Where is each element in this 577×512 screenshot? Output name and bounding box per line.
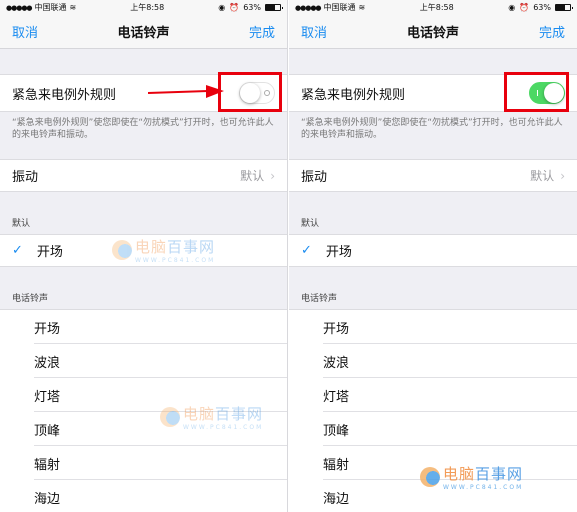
ringtone-label: 海边 [323,491,350,507]
vibration-value: 默认 [530,169,555,183]
done-button[interactable]: 完成 [249,22,275,41]
emergency-bypass-label: 紧急来电例外规则 [301,87,406,103]
watermark-logo-icon [160,407,180,427]
carrier-name: 中国联通 [34,3,67,12]
rotation-lock-icon: ◉ [508,3,516,12]
signal-strength-icon: ●●●●● [6,3,33,12]
wifi-icon: ≋ [358,3,366,12]
ringtone-label: 波浪 [323,355,350,371]
highlight-box-after [504,72,569,112]
ringtones-section-header: 电话铃声 [301,294,338,304]
ringtone-label: 开场 [34,321,61,337]
checkmark-icon: ✓ [301,243,312,258]
emergency-bypass-note: “紧急来电例外规则”使您即使在“勿扰模式”打开时，也可允许此人的来电铃声和振动。 [301,118,563,140]
cancel-button[interactable]: 取消 [301,22,327,41]
chevron-right-icon: › [560,168,565,183]
signal-strength-icon: ●●●●● [295,3,322,12]
default-ringtone-label: 开场 [36,245,63,260]
watermark: 电脑百事网 WWW.PC841.COM [160,403,263,431]
ringtone-label: 顶峰 [323,423,350,439]
watermark-brand-b: 百事网 [167,238,216,256]
nav-bar: 取消 电话铃声 完成 [0,15,287,49]
ringtone-label: 顶峰 [34,423,61,439]
rotation-lock-icon: ◉ [218,3,226,12]
default-ringtone-row[interactable]: ✓ 开场 [289,234,577,267]
chevron-right-icon: › [270,168,275,183]
watermark-url: WWW.PC841.COM [183,424,264,431]
watermark: 电脑百事网 WWW.PC841.COM [420,463,523,491]
status-time: 上午8:58 [130,3,165,12]
watermark-logo-icon [420,467,440,487]
ringtone-item[interactable]: 开场 [0,310,287,344]
status-bar: ●●●●● 中国联通 ≋ 上午8:58 ◉ ⏰ 63% [0,0,287,15]
vibration-row[interactable]: 振动 默认 › [0,159,287,192]
battery-percent: 63% [533,3,551,12]
vibration-value: 默认 [240,169,265,183]
nav-bar: 取消 电话铃声 完成 [289,15,577,49]
page-title: 电话铃声 [406,26,459,41]
ringtone-item[interactable]: 辐射 [0,446,287,480]
status-time: 上午8:58 [419,3,454,12]
watermark-brand-a: 电脑 [135,238,168,256]
emergency-bypass-note: “紧急来电例外规则”使您即使在“勿扰模式”打开时，也可允许此人的来电铃声和振动。 [12,118,274,140]
default-ringtone-label: 开场 [325,245,352,260]
red-arrow-annotation-icon [148,85,224,98]
watermark: 电脑百事网 WWW.PC841.COM [112,236,215,264]
done-button[interactable]: 完成 [539,22,565,41]
status-bar: ●●●●● 中国联通 ≋ 上午8:58 ◉ ⏰ 63% [289,0,577,15]
emergency-bypass-label: 紧急来电例外规则 [12,87,117,103]
ringtone-item[interactable]: 灯塔 [289,378,577,412]
default-section-header: 默认 [301,219,320,229]
page-title: 电话铃声 [117,26,170,41]
alarm-icon: ⏰ [229,3,240,12]
ringtone-item[interactable]: 波浪 [289,344,577,378]
battery-icon [554,4,573,11]
ringtone-item[interactable]: 海边 [0,480,287,512]
cancel-button[interactable]: 取消 [12,22,38,41]
ringtone-item[interactable]: 开场 [289,310,577,344]
highlight-box-before [218,72,282,112]
watermark-brand-b: 百事网 [215,405,264,423]
checkmark-icon: ✓ [12,243,23,258]
ringtone-label: 开场 [323,321,350,337]
vibration-label: 振动 [12,170,39,185]
ringtone-item[interactable]: 顶峰 [289,412,577,446]
ringtone-label: 波浪 [34,355,61,371]
watermark-brand-a: 电脑 [183,405,216,423]
ringtone-label: 海边 [34,491,61,507]
ringtone-item[interactable]: 波浪 [0,344,287,378]
watermark-url: WWW.PC841.COM [443,484,524,491]
alarm-icon: ⏰ [519,3,530,12]
watermark-logo-icon [112,240,132,260]
default-section-header: 默认 [12,219,31,229]
ringtone-label: 灯塔 [323,389,350,405]
ringtones-section-header: 电话铃声 [12,294,49,304]
watermark-brand-a: 电脑 [443,465,476,483]
watermark-url: WWW.PC841.COM [135,257,216,264]
ringtone-label: 辐射 [323,457,350,473]
watermark-brand-b: 百事网 [475,465,524,483]
wifi-icon: ≋ [69,3,77,12]
ringtone-label: 辐射 [34,457,61,473]
vibration-row[interactable]: 振动 默认 › [289,159,577,192]
ringtone-label: 灯塔 [34,389,61,405]
vibration-label: 振动 [301,170,328,185]
battery-percent: 63% [243,3,261,12]
carrier-name: 中国联通 [323,3,356,12]
battery-icon [264,4,283,11]
